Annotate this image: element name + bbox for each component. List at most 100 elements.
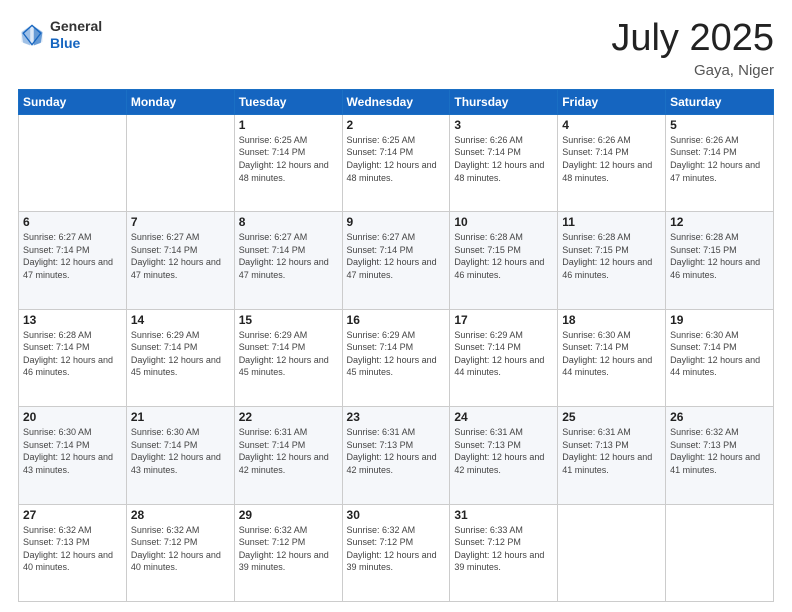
day-info: Sunrise: 6:30 AMSunset: 7:14 PMDaylight:… [23,426,122,476]
table-row [666,504,774,601]
header: General Blue July 2025 Gaya, Niger [18,18,774,79]
logo-icon [18,21,46,49]
day-number: 9 [347,215,446,229]
day-info: Sunrise: 6:32 AMSunset: 7:12 PMDaylight:… [131,524,230,574]
day-number: 20 [23,410,122,424]
table-row: 5Sunrise: 6:26 AMSunset: 7:14 PMDaylight… [666,114,774,211]
week-row-1: 1 Sunrise: 6:25 AMSunset: 7:14 PMDaylight… [19,114,774,211]
day-info: Sunrise: 6:28 AMSunset: 7:15 PMDaylight:… [670,231,769,281]
week-row-2: 6Sunrise: 6:27 AMSunset: 7:14 PMDaylight… [19,212,774,309]
day-info: Sunrise: 6:26 AMSunset: 7:14 PMDaylight:… [454,134,553,184]
table-row [558,504,666,601]
day-number: 3 [454,118,553,132]
logo-blue: Blue [50,35,102,52]
day-number: 5 [670,118,769,132]
day-number: 26 [670,410,769,424]
table-row: 28Sunrise: 6:32 AMSunset: 7:12 PMDayligh… [126,504,234,601]
day-number: 2 [347,118,446,132]
col-tuesday: Tuesday [234,89,342,114]
day-info: Sunrise: 6:31 AMSunset: 7:14 PMDaylight:… [239,426,338,476]
day-info: Sunrise: 6:25 AMSunset: 7:14 PMDaylight:… [239,134,338,184]
table-row: 20 Sunrise: 6:30 AMSunset: 7:14 PMDayligh… [19,407,127,504]
week-row-5: 27 Sunrise: 6:32 AMSunset: 7:13 PMDayligh… [19,504,774,601]
table-row: 19 Sunrise: 6:30 AMSunset: 7:14 PMDayligh… [666,309,774,406]
day-number: 11 [562,215,661,229]
table-row: 2 Sunrise: 6:25 AMSunset: 7:14 PMDaylight… [342,114,450,211]
day-info: Sunrise: 6:32 AMSunset: 7:13 PMDaylight:… [23,524,122,574]
day-number: 31 [454,508,553,522]
day-info: Sunrise: 6:30 AMSunset: 7:14 PMDaylight:… [562,329,661,379]
table-row: 29Sunrise: 6:32 AMSunset: 7:12 PMDayligh… [234,504,342,601]
day-number: 4 [562,118,661,132]
table-row: 22 Sunrise: 6:31 AMSunset: 7:14 PMDayligh… [234,407,342,504]
day-number: 8 [239,215,338,229]
table-row: 18 Sunrise: 6:30 AMSunset: 7:14 PMDayligh… [558,309,666,406]
day-number: 18 [562,313,661,327]
col-thursday: Thursday [450,89,558,114]
day-number: 1 [239,118,338,132]
day-number: 29 [239,508,338,522]
table-row: 25 Sunrise: 6:31 AMSunset: 7:13 PMDayligh… [558,407,666,504]
day-number: 30 [347,508,446,522]
day-number: 25 [562,410,661,424]
day-number: 13 [23,313,122,327]
day-info: Sunrise: 6:28 AMSunset: 7:15 PMDaylight:… [454,231,553,281]
table-row: 15 Sunrise: 6:29 AMSunset: 7:14 PMDayligh… [234,309,342,406]
col-monday: Monday [126,89,234,114]
title-block: July 2025 Gaya, Niger [611,18,774,79]
calendar-header-row: Sunday Monday Tuesday Wednesday Thursday… [19,89,774,114]
table-row: 21 Sunrise: 6:30 AMSunset: 7:14 PMDayligh… [126,407,234,504]
day-info: Sunrise: 6:29 AMSunset: 7:14 PMDaylight:… [131,329,230,379]
day-number: 27 [23,508,122,522]
day-info: Sunrise: 6:31 AMSunset: 7:13 PMDaylight:… [562,426,661,476]
table-row: 16 Sunrise: 6:29 AMSunset: 7:14 PMDayligh… [342,309,450,406]
day-info: Sunrise: 6:27 AMSunset: 7:14 PMDaylight:… [239,231,338,281]
day-number: 21 [131,410,230,424]
table-row: 30 Sunrise: 6:32 AMSunset: 7:12 PMDayligh… [342,504,450,601]
table-row: 8 Sunrise: 6:27 AMSunset: 7:14 PMDaylight… [234,212,342,309]
day-number: 19 [670,313,769,327]
day-number: 24 [454,410,553,424]
day-info: Sunrise: 6:31 AMSunset: 7:13 PMDaylight:… [454,426,553,476]
table-row: 14Sunrise: 6:29 AMSunset: 7:14 PMDayligh… [126,309,234,406]
table-row: 23Sunrise: 6:31 AMSunset: 7:13 PMDayligh… [342,407,450,504]
calendar-table: Sunday Monday Tuesday Wednesday Thursday… [18,89,774,602]
table-row: 27 Sunrise: 6:32 AMSunset: 7:13 PMDayligh… [19,504,127,601]
table-row: 13 Sunrise: 6:28 AMSunset: 7:14 PMDayligh… [19,309,127,406]
table-row: 31Sunrise: 6:33 AMSunset: 7:12 PMDayligh… [450,504,558,601]
day-number: 10 [454,215,553,229]
col-wednesday: Wednesday [342,89,450,114]
table-row: 11Sunrise: 6:28 AMSunset: 7:15 PMDayligh… [558,212,666,309]
day-info: Sunrise: 6:27 AMSunset: 7:14 PMDaylight:… [131,231,230,281]
day-number: 12 [670,215,769,229]
day-info: Sunrise: 6:31 AMSunset: 7:13 PMDaylight:… [347,426,446,476]
table-row [19,114,127,211]
day-info: Sunrise: 6:30 AMSunset: 7:14 PMDaylight:… [131,426,230,476]
day-number: 15 [239,313,338,327]
table-row: 3 Sunrise: 6:26 AMSunset: 7:14 PMDaylight… [450,114,558,211]
logo-general: General [50,18,102,35]
day-info: Sunrise: 6:29 AMSunset: 7:14 PMDaylight:… [454,329,553,379]
col-sunday: Sunday [19,89,127,114]
col-saturday: Saturday [666,89,774,114]
table-row: 6Sunrise: 6:27 AMSunset: 7:14 PMDaylight… [19,212,127,309]
day-info: Sunrise: 6:29 AMSunset: 7:14 PMDaylight:… [347,329,446,379]
day-info: Sunrise: 6:30 AMSunset: 7:14 PMDaylight:… [670,329,769,379]
day-info: Sunrise: 6:26 AMSunset: 7:14 PMDaylight:… [562,134,661,184]
table-row: 7Sunrise: 6:27 AMSunset: 7:14 PMDaylight… [126,212,234,309]
logo-text: General Blue [50,18,102,52]
day-info: Sunrise: 6:32 AMSunset: 7:12 PMDaylight:… [347,524,446,574]
day-number: 22 [239,410,338,424]
table-row: 26 Sunrise: 6:32 AMSunset: 7:13 PMDayligh… [666,407,774,504]
day-info: Sunrise: 6:28 AMSunset: 7:14 PMDaylight:… [23,329,122,379]
location: Gaya, Niger [611,62,774,79]
table-row: 17 Sunrise: 6:29 AMSunset: 7:14 PMDayligh… [450,309,558,406]
day-number: 17 [454,313,553,327]
day-info: Sunrise: 6:25 AMSunset: 7:14 PMDaylight:… [347,134,446,184]
table-row: 24 Sunrise: 6:31 AMSunset: 7:13 PMDayligh… [450,407,558,504]
day-info: Sunrise: 6:32 AMSunset: 7:13 PMDaylight:… [670,426,769,476]
day-number: 16 [347,313,446,327]
week-row-4: 20 Sunrise: 6:30 AMSunset: 7:14 PMDayligh… [19,407,774,504]
day-info: Sunrise: 6:29 AMSunset: 7:14 PMDaylight:… [239,329,338,379]
table-row: 10 Sunrise: 6:28 AMSunset: 7:15 PMDayligh… [450,212,558,309]
